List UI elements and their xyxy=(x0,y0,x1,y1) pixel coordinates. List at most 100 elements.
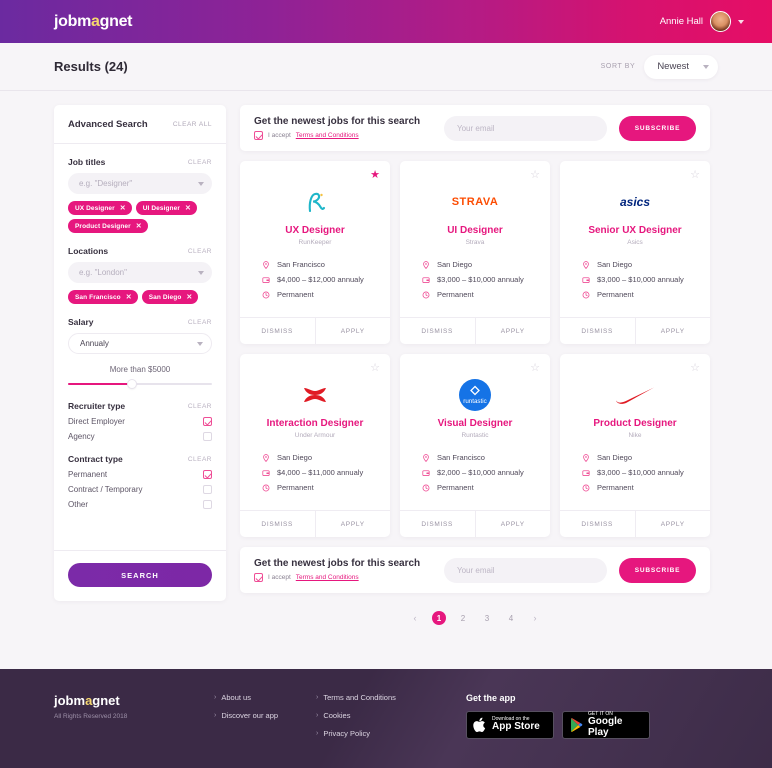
checkbox-row[interactable]: Permanent xyxy=(68,470,212,479)
footer-link-discover-our-app[interactable]: › Discover our app xyxy=(214,711,286,720)
job-card[interactable]: ☆ Interaction Designer Under Armour San … xyxy=(240,354,390,537)
job-company: Asics xyxy=(627,239,643,246)
footer-column-2: › Terms and Conditions › Cookies › Privacy … xyxy=(316,693,426,747)
tag-chip[interactable]: UI Designer ✕ xyxy=(135,201,197,215)
dismiss-button[interactable]: DISMISS xyxy=(400,318,475,344)
subscribe-button[interactable]: SUBSCRIBE xyxy=(619,115,696,141)
star-icon[interactable]: ☆ xyxy=(690,363,700,374)
star-icon[interactable]: ☆ xyxy=(530,363,540,374)
apply-button[interactable]: APPLY xyxy=(316,511,391,537)
job-contract-row: Permanent xyxy=(262,483,380,492)
checkbox-row[interactable]: Contract / Temporary xyxy=(68,485,212,494)
job-location: San Francisco xyxy=(437,453,485,462)
clear-salary-button[interactable]: CLEAR xyxy=(188,319,212,326)
star-icon[interactable]: ☆ xyxy=(690,170,700,181)
salary-period-select[interactable]: Annualy xyxy=(68,333,212,354)
footer-app-section: Get the app Download on the App Store GE… xyxy=(466,693,650,747)
apply-button[interactable]: APPLY xyxy=(476,318,551,344)
brand-logo[interactable]: jobmagnet xyxy=(54,13,133,31)
terms-link[interactable]: Terms and Conditions xyxy=(296,574,359,581)
dismiss-button[interactable]: DISMISS xyxy=(560,511,635,537)
tag-chip[interactable]: San Diego ✕ xyxy=(141,290,199,304)
job-salary: $4,000 – $12,000 annualy xyxy=(277,275,364,284)
tag-chip[interactable]: UX Designer ✕ xyxy=(68,201,132,215)
checkbox-direct-employer[interactable] xyxy=(203,417,212,426)
svg-text:runtastic: runtastic xyxy=(463,398,486,405)
close-icon[interactable]: ✕ xyxy=(185,204,191,212)
close-icon[interactable]: ✕ xyxy=(120,204,126,212)
page-button-4[interactable]: 4 xyxy=(504,611,518,625)
job-titles-label: Job titles xyxy=(68,157,106,167)
job-card[interactable]: ★ UX Designer RunKeeper San Francisco $4… xyxy=(240,161,390,344)
chevron-left-icon[interactable]: ‹ xyxy=(408,611,422,625)
apply-button[interactable]: APPLY xyxy=(316,318,391,344)
clear-job-titles-button[interactable]: CLEAR xyxy=(188,159,212,166)
clear-recruiter-type-button[interactable]: CLEAR xyxy=(188,403,212,410)
page-button-2[interactable]: 2 xyxy=(456,611,470,625)
terms-link[interactable]: Terms and Conditions xyxy=(296,132,359,139)
dismiss-button[interactable]: DISMISS xyxy=(560,318,635,344)
page-button-3[interactable]: 3 xyxy=(480,611,494,625)
job-titles-input[interactable]: e.g. "Designer" xyxy=(68,173,212,194)
checkbox-permanent[interactable] xyxy=(203,470,212,479)
slider-handle[interactable] xyxy=(128,380,137,388)
job-salary: $3,000 – $10,000 annualy xyxy=(597,275,684,284)
salary-header: Salary CLEAR xyxy=(68,317,212,327)
close-icon[interactable]: ✕ xyxy=(136,222,142,230)
sort-select[interactable]: Newest xyxy=(644,54,718,79)
job-card[interactable]: ☆ Product Designer Nike San Diego $3,000… xyxy=(560,354,710,537)
checkbox-label: Contract / Temporary xyxy=(68,485,143,494)
apply-button[interactable]: APPLY xyxy=(636,318,711,344)
close-icon[interactable]: ✕ xyxy=(126,293,132,301)
checkbox-accept-terms[interactable] xyxy=(254,573,263,582)
checkbox-other[interactable] xyxy=(203,500,212,509)
dismiss-button[interactable]: DISMISS xyxy=(400,511,475,537)
dismiss-button[interactable]: DISMISS xyxy=(240,511,315,537)
clear-all-button[interactable]: CLEAR ALL xyxy=(173,121,212,128)
subscribe-button[interactable]: SUBSCRIBE xyxy=(619,557,696,583)
strava-logo: STRAVA xyxy=(451,196,499,208)
clear-contract-type-button[interactable]: CLEAR xyxy=(188,456,212,463)
tag-chip[interactable]: Product Designer ✕ xyxy=(68,219,148,233)
checkbox-agency[interactable] xyxy=(203,432,212,441)
checkbox-contract-temporary[interactable] xyxy=(203,485,212,494)
email-input[interactable] xyxy=(444,557,607,583)
locations-input[interactable]: e.g. "London" xyxy=(68,262,212,283)
footer-link-privacy[interactable]: › Privacy Policy xyxy=(316,729,426,738)
footer-link-about-us[interactable]: › About us xyxy=(214,693,286,702)
page-button-1[interactable]: 1 xyxy=(432,611,446,625)
salary-slider[interactable] xyxy=(68,380,212,388)
dismiss-button[interactable]: DISMISS xyxy=(240,318,315,344)
user-menu[interactable]: Annie Hall xyxy=(660,11,744,32)
google-play-badge[interactable]: GET IT ON Google Play xyxy=(562,711,650,739)
close-icon[interactable]: ✕ xyxy=(186,293,192,301)
chevron-right-icon[interactable]: › xyxy=(528,611,542,625)
apply-button[interactable]: APPLY xyxy=(476,511,551,537)
job-card[interactable]: ☆ STRAVA UI Designer Strava San Diego $3… xyxy=(400,161,550,344)
clear-locations-button[interactable]: CLEAR xyxy=(188,248,212,255)
footer-link-terms[interactable]: › Terms and Conditions xyxy=(316,693,426,702)
checkbox-row[interactable]: Direct Employer xyxy=(68,417,212,426)
chevron-right-icon: › xyxy=(214,712,217,719)
footer-link-cookies[interactable]: › Cookies xyxy=(316,711,426,720)
job-card[interactable]: ☆ asics Senior UX Designer Asics San Die… xyxy=(560,161,710,344)
app-store-badge[interactable]: Download on the App Store xyxy=(466,711,554,739)
footer-column-1: › About us › Discover our app xyxy=(214,693,286,747)
job-title: Visual Designer xyxy=(437,418,513,429)
job-card[interactable]: ☆ runtastic Visual Designer Runtastic Sa… xyxy=(400,354,550,537)
chevron-right-icon: › xyxy=(214,694,217,701)
results-bar: Results (24) SORT BY Newest xyxy=(0,43,772,91)
star-icon[interactable]: ☆ xyxy=(530,170,540,181)
star-icon[interactable]: ★ xyxy=(370,170,380,181)
checkbox-row[interactable]: Other xyxy=(68,500,212,509)
search-button[interactable]: SEARCH xyxy=(68,563,212,587)
star-icon[interactable]: ☆ xyxy=(370,363,380,374)
tag-chip[interactable]: San Francisco ✕ xyxy=(68,290,138,304)
apply-button[interactable]: APPLY xyxy=(636,511,711,537)
checkbox-accept-terms[interactable] xyxy=(254,131,263,140)
checkbox-row[interactable]: Agency xyxy=(68,432,212,441)
footer-logo[interactable]: jobmagnet xyxy=(54,693,184,708)
filter-group-contract-type: Contract type CLEAR Permanent Contract /… xyxy=(68,454,212,509)
job-location-row: San Diego xyxy=(582,453,700,462)
email-input[interactable] xyxy=(444,115,607,141)
